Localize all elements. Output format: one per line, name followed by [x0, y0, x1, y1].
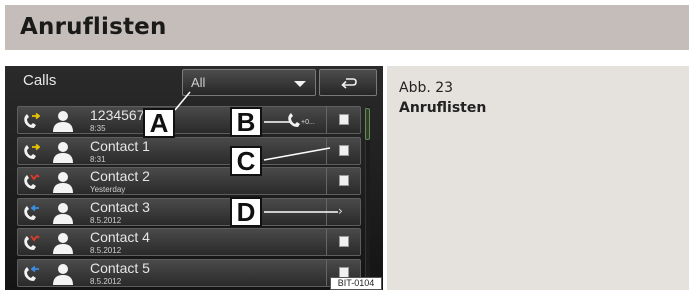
callout-c: C	[230, 146, 262, 176]
callout-a: A	[143, 108, 175, 138]
callout-lines	[174, 91, 338, 213]
image-code: BIT-0104	[330, 277, 382, 290]
callout-d: D	[230, 197, 262, 227]
callout-b: B	[230, 107, 262, 137]
